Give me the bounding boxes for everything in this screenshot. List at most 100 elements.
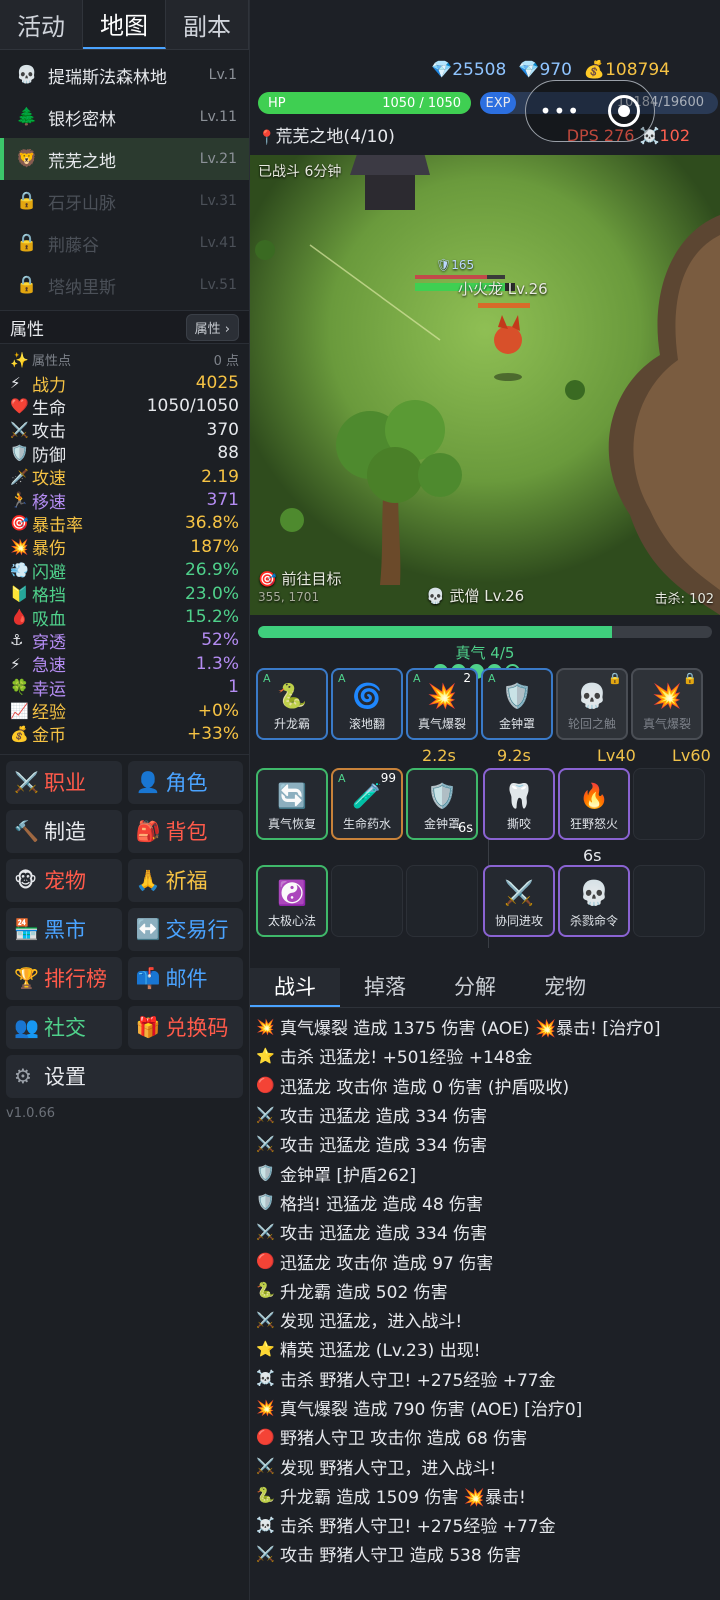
settings-button[interactable]: ⚙ 设置 [6,1054,243,1098]
left-panel: 活动 地图 副本 💀 提瑞斯法森林地 Lv.1 🌲 银杉密林 Lv.11 🦁 荒芜之地 Lv.2… [0,0,250,1600]
skill-icon: 🛡️ [427,782,457,810]
empty-skill-slot[interactable] [633,768,705,840]
map-list: 💀 提瑞斯法森林地 Lv.1 🌲 银杉密林 Lv.11 🦁 荒芜之地 Lv.21 🔒 石牙山脉 Lv.… [0,50,249,310]
skill-slot[interactable]: 🛡️ 金钟罩 A [481,668,553,740]
log-text: 迅猛龙 攻击你 造成 97 伤害 [280,1253,494,1274]
log-icon: ⚔️ [256,1134,275,1153]
attribute-icon: 📈 [10,701,29,720]
map-item[interactable]: 🔒 石牙山脉 Lv.31 [0,180,249,222]
skill-slot[interactable]: 💥 真气爆裂 🔒 [631,668,703,740]
attributes-title: 属性 [10,319,44,340]
skill-name: 真气爆裂 [417,717,466,731]
menu-icon: ↔️ [135,917,161,942]
log-icon: 🐍 [256,1281,275,1300]
map-item[interactable]: 🔒 荆藤谷 Lv.41 [0,222,249,264]
attribute-value: 1050/1050 [146,396,239,417]
log-text: 攻击 迅猛龙 造成 334 伤害 [280,1107,488,1128]
menu-icon: 🏆 [14,966,39,991]
menu-button[interactable]: 🏪 黑市 [6,907,122,951]
menu-label: 黑市 [44,918,86,943]
log-text: 升龙霸 造成 1509 伤害 💥暴击! [280,1487,526,1508]
log-text: 发现 野猪人守卫，进入战斗! [280,1458,497,1479]
location-pin-icon: 📍 [258,130,276,146]
auto-badge: A [338,772,346,785]
log-text: 击杀 野猪人守卫! +275经验 +77金 [280,1517,556,1538]
resource-bar: 💎25508 💎970 💰108794 [250,60,720,88]
map-item[interactable]: 🌲 银杉密林 Lv.11 [0,96,249,138]
menu-button[interactable]: 🙏 祈福 [127,858,243,902]
map-item[interactable]: 🔒 塔纳里斯 Lv.51 [0,264,249,306]
menu-label: 交易行 [165,918,229,943]
menu-button[interactable]: 🎁 兑换码 [127,1005,243,1049]
map-level: Lv.1 [208,67,237,83]
battle-scene[interactable]: 已战斗 6分钟 🛡165 小火龙 Lv.26 🎯 前往目标 355, 1701 … [250,155,720,615]
map-item[interactable]: 🦁 荒芜之地 Lv.21 [0,138,249,180]
skill-slot[interactable]: 💀 杀戮命令 [558,865,630,937]
skill-slot[interactable]: ⚔️ 协同进攻 [483,865,555,937]
log-entry: ⚔️ 发现 迅猛龙，进入战斗! [256,1305,716,1334]
menu-button[interactable]: 👥 社交 [6,1005,122,1049]
close-target-icon[interactable] [608,95,641,127]
log-tab[interactable]: 战斗 [250,968,340,1007]
menu-button[interactable]: 👤 角色 [127,760,243,804]
skill-slot[interactable]: 🛡️ 金钟罩 6s [406,768,478,840]
more-menu-icon[interactable]: ••• [540,99,581,123]
menu-button[interactable]: 🎒 背包 [127,809,243,853]
skill-slot[interactable]: 🐍 升龙霸 A [256,668,328,740]
empty-skill-slot[interactable] [406,865,478,937]
skill-cooldown: 6s [457,821,473,836]
skill-slot[interactable]: 💀 轮回之触 🔒 [556,668,628,740]
log-tab[interactable]: 分解 [430,968,520,1007]
menu-button[interactable]: 🔨 制造 [6,809,122,853]
attribute-value: 15.2% [184,606,239,627]
skill-slot[interactable]: 🔄 真气恢复 [256,768,328,840]
auto-badge: A [413,672,421,685]
log-icon: ⚔️ [256,1310,275,1329]
empty-skill-slot[interactable] [633,865,705,937]
attribute-icon: 🗡️ [10,467,29,486]
map-item[interactable]: 💀 提瑞斯法森林地 Lv.1 [0,54,249,96]
menu-button[interactable]: 📫 邮件 [127,956,243,1000]
top-tabs: 活动 地图 副本 [0,0,249,50]
skill-slot[interactable]: 🧪 生命药水 A 99 [331,768,403,840]
skill-slot[interactable]: 🔥 狂野怒火 [558,768,630,840]
map-icon: 🦁 [16,149,38,169]
attributes-detail-button[interactable]: 属性 › [185,313,239,341]
skill-slot[interactable]: 🌀 滚地翻 A [331,668,403,740]
attribute-icon: 🍀 [10,678,29,697]
tab-activity[interactable]: 活动 [0,0,83,49]
charge-count: 99 [380,771,396,785]
skill-slot[interactable]: 💥 真气爆裂 A 2 [406,668,478,740]
empty-skill-slot[interactable] [331,865,403,937]
menu-button[interactable]: ↔️ 交易行 [127,907,243,951]
crystal-icon: 💎 [431,60,453,80]
coords-readout: 355, 1701 [258,590,320,604]
skill-slot[interactable]: 🦷 撕咬 [483,768,555,840]
log-icon: 🛡️ [256,1193,275,1212]
menu-button[interactable]: ⚔️ 职业 [6,760,122,804]
skill-icon: 🦷 [504,782,534,810]
skill-icon: 🔥 [579,782,609,810]
log-entry: ⚔️ 攻击 野猪人守卫 造成 538 伤害 [256,1539,716,1568]
tab-map[interactable]: 地图 [83,0,166,49]
skill-slot[interactable]: ☯️ 太极心法 [256,865,328,937]
attribute-icon: 🏃 [10,491,29,510]
miniprogram-capsule[interactable]: ••• [525,80,655,142]
skill-cooldown-label: Lv40 [597,746,636,765]
log-tab[interactable]: 掉落 [340,968,430,1007]
log-entry: 🐍 升龙霸 造成 1509 伤害 💥暴击! [256,1481,716,1510]
log-tabs: 战斗 掉落 分解 宠物 [250,968,720,1008]
tab-dungeon[interactable]: 副本 [166,0,249,49]
log-icon: 🐍 [256,1486,275,1505]
enemy-shield: 🛡165 [436,258,475,272]
battle-log: 💥 真气爆裂 造成 1375 伤害 (AOE) 💥暴击! [治疗0] ⭐ 击杀 迅猛龙… [256,1012,716,1569]
log-tab[interactable]: 宠物 [520,968,610,1007]
pet-skill-cooldown: 6s [583,846,602,865]
menu-button[interactable]: 🏆 排行榜 [6,956,122,1000]
auto-badge: A [338,672,346,685]
map-level: Lv.51 [199,277,237,293]
map-name: 提瑞斯法森林地 [48,67,167,88]
menu-button[interactable]: 🐵 宠物 [6,858,122,902]
goto-target-button[interactable]: 🎯 前往目标 [258,568,341,589]
charge-count: 2 [463,671,471,685]
